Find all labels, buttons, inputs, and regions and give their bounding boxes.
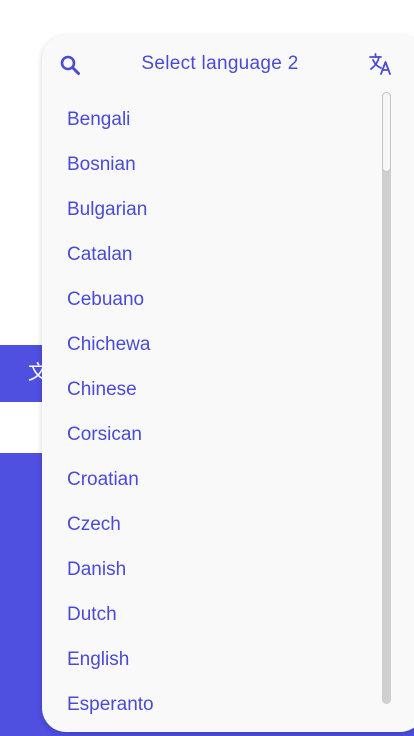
scrollbar-track[interactable]: [382, 92, 391, 704]
language-option[interactable]: Dutch: [42, 592, 382, 637]
language-option[interactable]: Cebuano: [42, 277, 382, 322]
dropdown-title: Select language 2: [141, 53, 299, 74]
language-option[interactable]: Bengali: [42, 97, 382, 142]
language-option[interactable]: Danish: [42, 547, 382, 592]
language-option[interactable]: Bosnian: [42, 142, 382, 187]
translate-icon[interactable]: [368, 51, 394, 77]
scrollbar-thumb[interactable]: [382, 92, 391, 172]
language-option[interactable]: Czech: [42, 502, 382, 547]
language-option[interactable]: Chichewa: [42, 322, 382, 367]
language-option[interactable]: Chinese: [42, 367, 382, 412]
language-option[interactable]: Corsican: [42, 412, 382, 457]
language-option[interactable]: Bulgarian: [42, 187, 382, 232]
language-option[interactable]: Esperanto: [42, 682, 382, 727]
language-dropdown: Select language 2 Bengali Bosnian Bulgaria…: [42, 35, 414, 732]
dropdown-header: Select language 2: [42, 35, 414, 93]
search-icon[interactable]: [58, 53, 82, 77]
language-option[interactable]: Catalan: [42, 232, 382, 277]
language-option[interactable]: English: [42, 637, 382, 682]
language-list: Bengali Bosnian Bulgarian Catalan Cebuano Chi…: [42, 97, 382, 727]
language-option[interactable]: Croatian: [42, 457, 382, 502]
